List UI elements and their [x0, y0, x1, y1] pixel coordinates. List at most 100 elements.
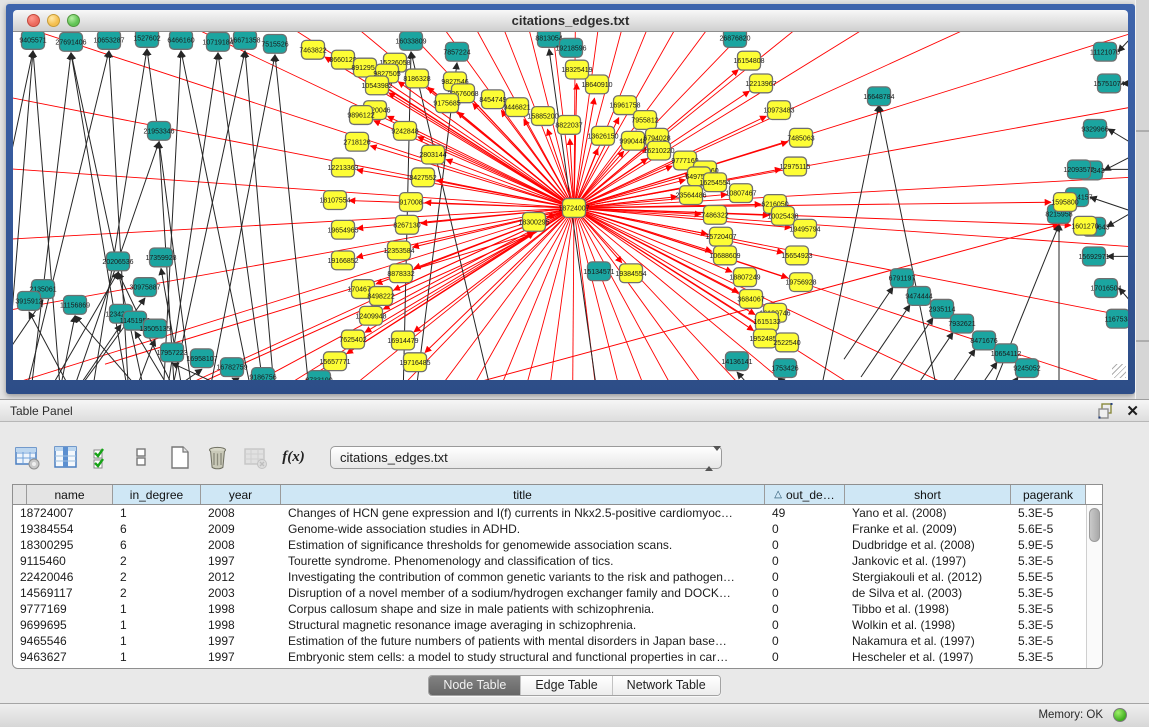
column-header-pagerank[interactable]: pagerank — [1011, 485, 1086, 504]
network-node[interactable]: 16671358 — [229, 32, 260, 49]
network-node[interactable]: 15885200 — [527, 107, 558, 126]
select-columns-icon[interactable] — [90, 444, 117, 471]
column-visibility-icon[interactable] — [52, 444, 79, 471]
column-header-in_degree[interactable]: in_degree — [113, 485, 201, 504]
column-header-year[interactable]: year — [201, 485, 281, 504]
network-node[interactable]: 7857224 — [443, 42, 470, 61]
network-node[interactable]: 26876820 — [719, 32, 750, 47]
network-node[interactable]: 1753426 — [771, 359, 798, 378]
network-node[interactable]: 16914479 — [387, 331, 418, 350]
network-node[interactable]: 19756928 — [785, 273, 816, 292]
new-column-icon[interactable] — [166, 444, 193, 471]
network-node[interactable]: 16154808 — [733, 51, 764, 70]
tab-node-table[interactable]: Node Table — [429, 676, 521, 695]
network-node[interactable]: 12353584 — [383, 241, 414, 260]
network-node[interactable]: 13505135 — [139, 319, 170, 338]
network-node[interactable]: 17957223 — [156, 343, 187, 362]
citation-network-graph[interactable]: 9405571 27691406 10653287 1527602 646616… — [13, 32, 1128, 380]
table-row[interactable]: 1456911722003Disruption of a novel membe… — [13, 585, 1086, 601]
network-node[interactable]: 9474444 — [905, 287, 932, 306]
table-row[interactable]: 969969511998Structural magnetic resonanc… — [13, 617, 1086, 633]
network-node[interactable]: 18325419 — [561, 60, 592, 79]
network-node[interactable]: 9329966 — [1081, 119, 1108, 138]
network-node[interactable]: 12409948 — [355, 306, 386, 325]
network-node[interactable]: 1615132 — [753, 312, 780, 331]
network-node[interactable]: 16648784 — [863, 87, 894, 106]
network-node[interactable]: 12975115 — [780, 157, 811, 176]
network-canvas[interactable]: 9405571 27691406 10653287 1527602 646616… — [13, 32, 1128, 380]
tab-network-table[interactable]: Network Table — [613, 676, 720, 695]
network-window-titlebar[interactable]: citations_edges.txt — [13, 10, 1128, 32]
close-panel-icon[interactable]: ✕ — [1126, 404, 1139, 419]
network-node[interactable]: 7463822 — [299, 40, 326, 59]
network-node[interactable]: 8822037 — [555, 116, 582, 135]
network-node[interactable]: 9186756 — [249, 368, 276, 380]
network-node[interactable]: 9896122 — [347, 106, 374, 125]
network-node[interactable]: 7955812 — [631, 111, 658, 130]
network-node[interactable]: 17016504 — [1090, 279, 1121, 298]
table-row[interactable]: 977716911998Corpus callosum shape and si… — [13, 601, 1086, 617]
network-node[interactable]: 7485063 — [787, 128, 814, 147]
network-node[interactable]: 10543982 — [361, 76, 392, 95]
network-node[interactable]: 917008 — [399, 193, 422, 212]
column-header-gutter[interactable] — [13, 485, 27, 504]
network-node[interactable]: 15692971 — [1078, 247, 1109, 266]
network-node[interactable]: 8267130 — [393, 215, 420, 234]
network-node[interactable]: 1167534 — [1105, 309, 1128, 328]
network-node[interactable]: 18724007 — [558, 199, 589, 218]
network-node[interactable]: 18807249 — [729, 268, 760, 287]
network-node[interactable]: 14136141 — [721, 352, 752, 371]
network-node[interactable]: 1601270 — [1071, 216, 1098, 235]
network-node[interactable]: 2803144 — [419, 145, 446, 164]
network-node[interactable]: 9405571 — [19, 32, 46, 49]
table-row[interactable]: 946554611997Estimation of the future num… — [13, 633, 1086, 649]
network-node[interactable]: 16782759 — [216, 358, 247, 377]
network-node[interactable]: 2522540 — [773, 333, 800, 352]
network-node[interactable]: 16958107 — [186, 349, 217, 368]
network-node[interactable]: 7515526 — [261, 34, 288, 53]
table-scrollbar[interactable] — [1086, 505, 1102, 668]
network-node[interactable]: 16254554 — [699, 173, 730, 192]
row-cells-icon[interactable] — [128, 444, 155, 471]
network-node[interactable]: 19218596 — [555, 38, 586, 57]
network-node[interactable]: 15654923 — [781, 246, 812, 265]
network-node[interactable]: 11121070 — [1090, 42, 1120, 61]
network-node[interactable]: 12213363 — [327, 158, 358, 177]
network-node[interactable]: 20206536 — [102, 252, 133, 271]
network-node[interactable]: 16210220 — [643, 141, 674, 160]
column-header-short[interactable]: short — [845, 485, 1011, 504]
network-node[interactable]: 8733190 — [305, 371, 332, 380]
column-header-title[interactable]: title — [281, 485, 765, 504]
memory-status-indicator[interactable] — [1113, 708, 1127, 722]
window-resize-grip[interactable] — [1112, 364, 1126, 378]
network-node[interactable]: 12213967 — [745, 74, 776, 93]
network-node[interactable]: 1527602 — [133, 32, 160, 47]
network-node[interactable]: 30975887 — [129, 278, 160, 297]
column-header-out_de…[interactable]: △out_de… — [765, 485, 845, 504]
table-row[interactable]: 946362711997Embryonic stem cells: a mode… — [13, 649, 1086, 665]
network-node[interactable]: 2718126 — [343, 132, 370, 151]
network-node[interactable]: 19166852 — [327, 251, 358, 270]
network-node[interactable]: 8878332 — [387, 264, 414, 283]
network-node[interactable]: 3684067 — [737, 290, 764, 309]
table-selector-dropdown[interactable]: citations_edges.txt — [330, 446, 722, 469]
network-node[interactable]: 7625402 — [339, 330, 366, 349]
table-row[interactable]: 1938455462009Genome-wide association stu… — [13, 521, 1086, 537]
network-node[interactable]: 15657771 — [319, 352, 350, 371]
network-node[interactable]: 8186328 — [403, 69, 430, 88]
delete-table-icon-disabled[interactable] — [242, 444, 269, 471]
column-header-name[interactable]: name — [27, 485, 113, 504]
network-node[interactable]: 19384554 — [615, 264, 646, 283]
network-node[interactable]: 7486322 — [701, 206, 728, 225]
table-mode-icon[interactable] — [14, 444, 41, 471]
network-node[interactable]: 10653287 — [93, 32, 124, 49]
scrollbar-thumb[interactable] — [1089, 508, 1100, 542]
network-node[interactable]: 16033809 — [395, 32, 426, 50]
delete-columns-icon[interactable] — [204, 444, 231, 471]
network-node[interactable]: 8427552 — [409, 168, 436, 187]
network-node[interactable]: 9245052 — [1013, 359, 1040, 378]
tab-edge-table[interactable]: Edge Table — [521, 676, 612, 695]
network-node[interactable]: 19654965 — [327, 220, 358, 239]
network-node[interactable]: 21953346 — [143, 121, 174, 140]
function-builder-icon[interactable]: f(x) — [280, 444, 307, 471]
